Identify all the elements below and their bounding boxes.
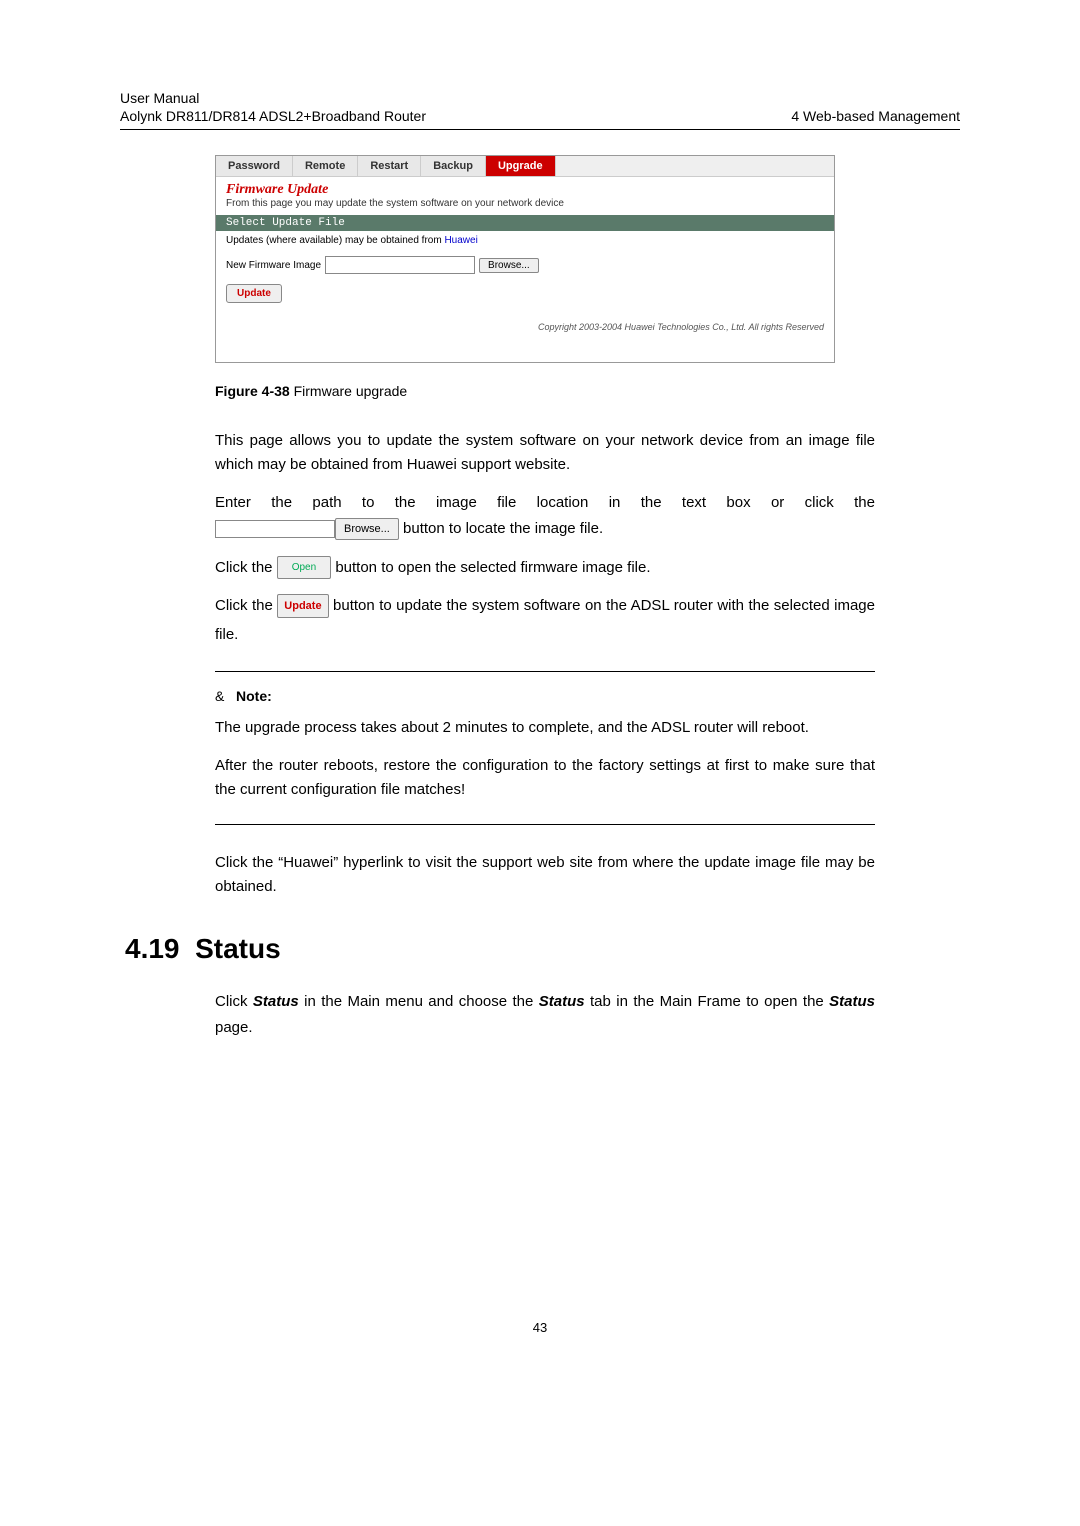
p4-a: Click the: [215, 597, 277, 614]
paragraph-3: Click the Open button to open the select…: [215, 554, 875, 583]
updates-prefix: Updates (where available) may be obtaine…: [226, 235, 444, 246]
inline-open-button[interactable]: Open: [277, 556, 331, 579]
sp-b: Status: [253, 993, 299, 1010]
paragraph-5: Click the “Huawei” hyperlink to visit th…: [215, 851, 875, 899]
browse-button[interactable]: Browse...: [479, 258, 539, 273]
firmware-title: Firmware Update: [216, 177, 834, 198]
tab-restart[interactable]: Restart: [358, 156, 421, 176]
firmware-screenshot: Password Remote Restart Backup Upgrade F…: [215, 155, 835, 363]
note-p1: The upgrade process takes about 2 minute…: [215, 716, 875, 740]
header-bottom: Aolynk DR811/DR814 ADSL2+Broadband Route…: [120, 108, 960, 130]
tab-password[interactable]: Password: [216, 156, 293, 176]
header-right: 4 Web-based Management: [791, 108, 960, 124]
copyright-text: Copyright 2003-2004 Huawei Technologies …: [216, 307, 834, 332]
header-line1-left: User Manual: [120, 90, 199, 106]
figure-caption: Figure 4-38 Firmware upgrade: [215, 383, 875, 399]
select-file-bar: Select Update File: [216, 215, 834, 231]
note-label: Note:: [236, 688, 272, 704]
firmware-subtitle: From this page you may update the system…: [216, 198, 834, 215]
sp-f: Status: [829, 993, 875, 1010]
tab-upgrade[interactable]: Upgrade: [486, 156, 556, 176]
divider-bottom: [215, 824, 875, 825]
inline-browse-button[interactable]: Browse...: [335, 518, 399, 541]
tab-backup[interactable]: Backup: [421, 156, 486, 176]
sp-d: Status: [539, 993, 585, 1010]
section-title: Status: [195, 933, 281, 964]
status-paragraph: Click Status in the Main menu and choose…: [215, 989, 875, 1040]
huawei-link[interactable]: Huawei: [444, 235, 477, 246]
paragraph-2: Enter the path to the image file locatio…: [215, 491, 875, 544]
firmware-file-input[interactable]: [325, 256, 475, 274]
sp-g: page.: [215, 1019, 253, 1036]
tab-remote[interactable]: Remote: [293, 156, 358, 176]
section-number: 4.19: [125, 933, 180, 964]
updates-text: Updates (where available) may be obtaine…: [216, 231, 834, 250]
firmware-image-label: New Firmware Image: [226, 260, 321, 271]
figure-label: Figure 4-38: [215, 383, 290, 399]
sp-e: tab in the Main Frame to open the: [585, 993, 830, 1010]
sp-c: in the Main menu and choose the: [299, 993, 539, 1010]
main-content: Figure 4-38 Firmware upgrade This page a…: [215, 383, 875, 1040]
p3-a: Click the: [215, 559, 277, 576]
update-button[interactable]: Update: [226, 284, 282, 303]
p3-b: button to open the selected firmware ima…: [331, 559, 650, 576]
figure-text: Firmware upgrade: [290, 383, 408, 399]
p2-line1: Enter the path to the image file locatio…: [215, 491, 875, 515]
firmware-form-row: New Firmware Image Browse...: [216, 250, 834, 280]
sp-a: Click: [215, 993, 253, 1010]
divider-top: [215, 671, 875, 672]
tab-bar: Password Remote Restart Backup Upgrade: [216, 156, 834, 177]
paragraph-4: Click the Update button to update the sy…: [215, 592, 875, 649]
header-line2-left: Aolynk DR811/DR814 ADSL2+Broadband Route…: [120, 108, 426, 124]
note-p2: After the router reboots, restore the co…: [215, 754, 875, 802]
paragraph-1: This page allows you to update the syste…: [215, 429, 875, 477]
section-heading: 4.19 Status: [125, 933, 875, 965]
p2-line2: button to locate the image file.: [399, 520, 603, 537]
inline-update-button[interactable]: Update: [277, 594, 328, 619]
page-number: 43: [120, 1320, 960, 1335]
header-top: User Manual: [120, 90, 960, 106]
note-symbol: &: [215, 688, 224, 704]
inline-textbox[interactable]: [215, 520, 335, 538]
note-heading: & Note:: [215, 688, 875, 704]
